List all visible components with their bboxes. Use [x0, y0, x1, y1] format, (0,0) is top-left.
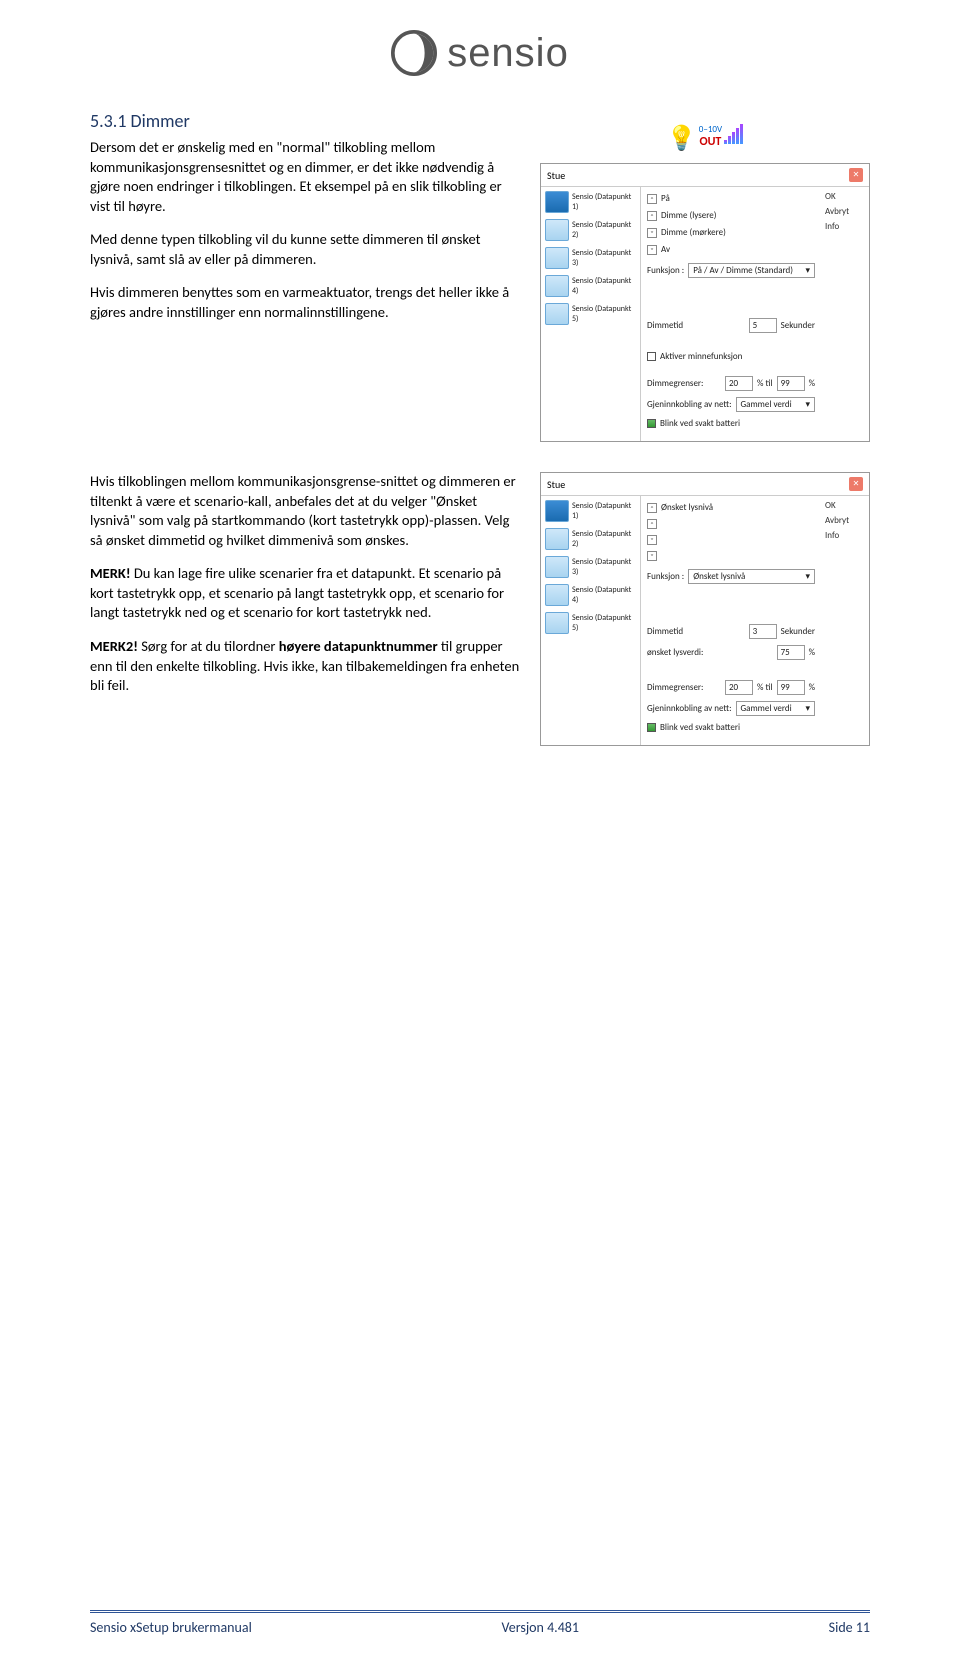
chevron-down-icon[interactable]: ˅ [647, 551, 657, 561]
blink-checkbox[interactable] [647, 723, 656, 732]
dialog-stue-1: Stue ✕ Sensio (Datapunkt 1) Sensio (Data… [540, 163, 870, 442]
device-icon[interactable] [545, 191, 569, 213]
dimmetid-unit: Sekunder [781, 626, 815, 637]
top-icon-strip: 💡 0–10V OUT [540, 124, 870, 153]
close-icon[interactable]: ✕ [849, 168, 863, 182]
device-icon[interactable] [545, 219, 569, 241]
logo-mark-icon [391, 30, 437, 76]
device-label: Sensio (Datapunkt 3) [572, 557, 636, 577]
chevron-down-icon[interactable]: ˅ [647, 245, 657, 255]
blink-label: Blink ved svakt batteri [660, 418, 740, 429]
range-label: Dimmegrenser: [647, 682, 703, 693]
gjen-label: Gjeninnkobling av nett: [647, 703, 732, 714]
dimmetid-input[interactable]: 5 [749, 318, 777, 333]
device-icon[interactable] [545, 303, 569, 325]
device-label: Sensio (Datapunkt 1) [572, 192, 636, 212]
page-footer: Sensio xSetup brukermanual Versjon 4.481… [90, 1610, 870, 1636]
device-label: Sensio (Datapunkt 4) [572, 585, 636, 605]
device-label: Sensio (Datapunkt 2) [572, 529, 636, 549]
range-hi-input[interactable]: 99 [777, 680, 805, 695]
mem-checkbox[interactable] [647, 352, 656, 361]
cancel-button[interactable]: Avbryt [825, 515, 865, 526]
range-lo-input[interactable]: 20 [725, 680, 753, 695]
mem-label: Aktiver minnefunksjon [660, 351, 742, 362]
lysverdi-input[interactable]: 75 [777, 645, 805, 660]
blink-checkbox[interactable] [647, 419, 656, 428]
device-label: Sensio (Datapunkt 3) [572, 248, 636, 268]
range-lo-input[interactable]: 20 [725, 376, 753, 391]
footer-right: Side 11 [829, 1619, 870, 1636]
info-button[interactable]: Info [825, 221, 865, 232]
info-button[interactable]: Info [825, 530, 865, 541]
device-icon[interactable] [545, 247, 569, 269]
chevron-up-icon[interactable]: ˄ [647, 503, 657, 513]
device-icon[interactable] [545, 584, 569, 606]
brand-logo: sensio [90, 30, 870, 80]
signal-bars-icon [724, 124, 743, 144]
footer-left: Sensio xSetup brukermanual [90, 1619, 252, 1636]
device-label: Sensio (Datapunkt 1) [572, 501, 636, 521]
paragraph: Hvis dimmeren benyttes som en varmeaktua… [90, 283, 524, 322]
option-label: Dimme (lysere) [661, 210, 717, 221]
chevron-up-icon[interactable]: ˄ [647, 194, 657, 204]
device-label: Sensio (Datapunkt 4) [572, 276, 636, 296]
paragraph: MERK2! Sørg for at du tilordner høyere d… [90, 637, 524, 696]
dialog-title: Stue [547, 169, 565, 182]
option-label: Ønsket lysnivå [661, 502, 713, 513]
out-label: OUT [699, 135, 721, 149]
device-label: Sensio (Datapunkt 5) [572, 304, 636, 324]
lysverdi-label: ønsket lysverdi: [647, 647, 703, 658]
option-label: Dimme (mørkere) [661, 227, 726, 238]
gjen-select[interactable]: Gammel verdi▾ [736, 701, 816, 716]
funksjon-select[interactable]: Ønsket lysnivå▾ [688, 569, 815, 584]
gjen-label: Gjeninnkobling av nett: [647, 399, 732, 410]
option-label: På [661, 193, 670, 204]
paragraph: Hvis tilkoblingen mellom kommunikasjonsg… [90, 472, 524, 550]
device-icon[interactable] [545, 612, 569, 634]
funksjon-label: Funksjon : [647, 265, 684, 276]
dialog-title: Stue [547, 478, 565, 491]
paragraph: Dersom det er ønskelig med en "normal" t… [90, 138, 524, 216]
close-icon[interactable]: ✕ [849, 477, 863, 491]
chevron-down-icon[interactable]: ˅ [647, 228, 657, 238]
device-icon[interactable] [545, 528, 569, 550]
option-label: Av [661, 244, 670, 255]
brand-text: sensio [447, 31, 569, 76]
gjen-select[interactable]: Gammel verdi▾ [736, 397, 816, 412]
device-icon[interactable] [545, 556, 569, 578]
device-icon[interactable] [545, 500, 569, 522]
footer-center: Versjon 4.481 [502, 1619, 580, 1636]
chevron-down-icon[interactable]: ˅ [647, 535, 657, 545]
range-label: Dimmegrenser: [647, 378, 703, 389]
funksjon-label: Funksjon : [647, 571, 684, 582]
cancel-button[interactable]: Avbryt [825, 206, 865, 217]
ok-button[interactable]: OK [825, 191, 865, 202]
blink-label: Blink ved svakt batteri [660, 722, 740, 733]
dialog-stue-2: Stue ✕ Sensio (Datapunkt 1) Sensio (Data… [540, 472, 870, 746]
device-label: Sensio (Datapunkt 2) [572, 220, 636, 240]
dimmetid-unit: Sekunder [781, 320, 815, 331]
paragraph: MERK! Du kan lage fire ulike scenarier f… [90, 564, 524, 623]
bulb-icon: 💡 [667, 124, 697, 153]
dimmetid-label: Dimmetid [647, 626, 683, 637]
volt-label: 0–10V [699, 124, 722, 135]
dimmetid-input[interactable]: 3 [749, 624, 777, 639]
dimmetid-label: Dimmetid [647, 320, 683, 331]
chevron-up-icon[interactable]: ˄ [647, 519, 657, 529]
paragraph: Med denne typen tilkobling vil du kunne … [90, 230, 524, 269]
ok-button[interactable]: OK [825, 500, 865, 511]
funksjon-select[interactable]: På / Av / Dimme (Standard)▾ [688, 263, 815, 278]
range-hi-input[interactable]: 99 [777, 376, 805, 391]
device-label: Sensio (Datapunkt 5) [572, 613, 636, 633]
chevron-up-icon[interactable]: ˄ [647, 211, 657, 221]
device-icon[interactable] [545, 275, 569, 297]
